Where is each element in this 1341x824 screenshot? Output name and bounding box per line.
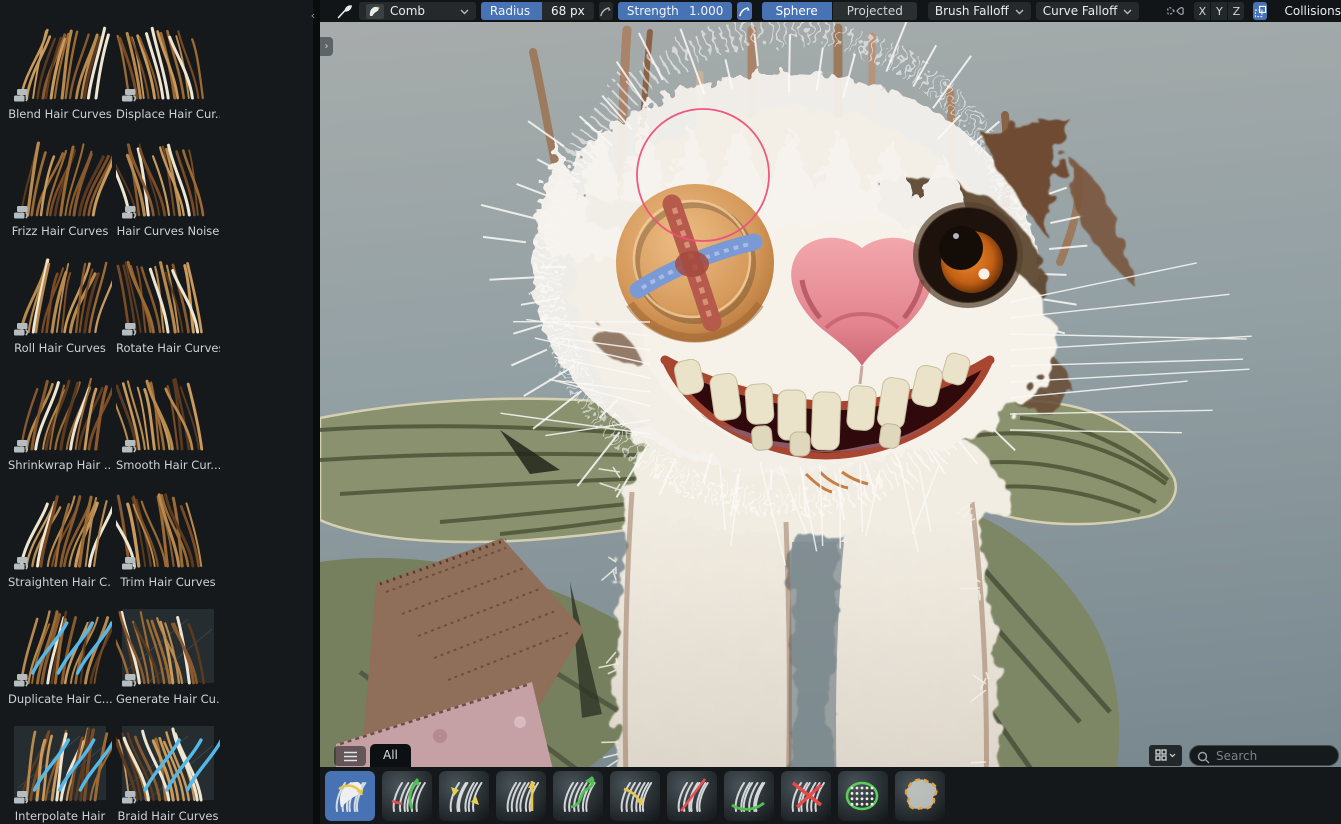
curve-falloff-dropdown[interactable]: Curve Falloff bbox=[1035, 2, 1140, 20]
asset-item-braid-hair-curves[interactable]: Braid Hair Curves bbox=[116, 720, 220, 823]
curl-brush-icon[interactable] bbox=[553, 771, 603, 821]
asset-label: Trim Hair Curves bbox=[120, 575, 216, 589]
grid-display-icon[interactable] bbox=[1149, 744, 1182, 766]
asset-label: Roll Hair Curves bbox=[14, 341, 106, 355]
asset-label: Smooth Hair Cur... bbox=[116, 458, 220, 472]
slide-brush-icon[interactable] bbox=[667, 771, 717, 821]
chevron-down-icon bbox=[1123, 4, 1132, 18]
asset-item-interpolate-hair[interactable]: Interpolate Hair bbox=[8, 720, 112, 823]
orange-eye bbox=[913, 202, 1023, 308]
asset-item-blend-hair-curves[interactable]: Blend Hair Curves bbox=[8, 18, 112, 121]
asset-badge-icon bbox=[14, 323, 29, 336]
button-eye bbox=[616, 184, 774, 343]
snake-hook-brush-icon[interactable] bbox=[382, 771, 432, 821]
grow-brush-icon[interactable] bbox=[724, 771, 774, 821]
asset-item-straighten-hair-c[interactable]: Straighten Hair C... bbox=[8, 486, 112, 589]
asset-item-roll-hair-curves[interactable]: Roll Hair Curves bbox=[8, 252, 112, 355]
asset-badge-icon bbox=[14, 440, 29, 453]
pinch-brush-icon[interactable] bbox=[439, 771, 489, 821]
asset-badge-icon bbox=[122, 557, 137, 570]
asset-item-hair-curves-noise[interactable]: Hair Curves Noise bbox=[116, 135, 220, 238]
toolbar-expander-icon[interactable]: › bbox=[320, 37, 333, 56]
asset-label: Blend Hair Curves bbox=[8, 107, 112, 121]
asset-item-generate-hair-cu[interactable]: Generate Hair Cu... bbox=[116, 603, 220, 706]
strength-value: 1.000 bbox=[689, 4, 724, 18]
creature-3d-scene bbox=[320, 22, 1341, 824]
delete-brush-icon[interactable] bbox=[781, 771, 831, 821]
comb-brush-mini-icon bbox=[366, 3, 384, 19]
search-input[interactable] bbox=[1189, 745, 1339, 766]
falloff-shape-icon[interactable] bbox=[1253, 2, 1268, 20]
asset-badge-icon bbox=[14, 791, 29, 804]
falloff-shape-segment: Sphere Projected bbox=[761, 2, 917, 20]
asset-item-shrinkwrap-hair[interactable]: Shrinkwrap Hair ... bbox=[8, 369, 112, 472]
projected-button[interactable]: Projected bbox=[832, 2, 917, 20]
asset-label: Interpolate Hair bbox=[14, 809, 106, 823]
asset-badge-icon bbox=[122, 674, 137, 687]
radius-pressure-toggle-icon[interactable] bbox=[598, 2, 613, 20]
asset-item-rotate-hair-curves[interactable]: Rotate Hair Curves bbox=[116, 252, 220, 355]
asset-badge-icon bbox=[14, 89, 29, 102]
asset-badge-icon bbox=[122, 791, 137, 804]
asset-label: Duplicate Hair C... bbox=[8, 692, 112, 706]
sidebar-collapse-arrow-icon[interactable]: ‹ bbox=[306, 8, 320, 24]
hamburger-menu-icon[interactable] bbox=[334, 746, 366, 766]
asset-badge-icon bbox=[14, 206, 29, 219]
asset-badge-icon bbox=[122, 440, 137, 453]
strength-label: Strength bbox=[626, 4, 679, 18]
density-brush-icon[interactable] bbox=[838, 771, 888, 821]
radius-slider[interactable]: Radius 68 px bbox=[480, 2, 594, 20]
asset-label: Shrinkwrap Hair ... bbox=[8, 458, 112, 472]
axis-x-toggle[interactable]: X bbox=[1194, 2, 1211, 20]
asset-label: Braid Hair Curves bbox=[117, 809, 219, 823]
symmetry-axes: X Y Z bbox=[1194, 2, 1245, 20]
asset-badge-icon bbox=[122, 89, 137, 102]
asset-shelf-tab-all[interactable]: All bbox=[370, 744, 411, 767]
search-icon bbox=[1197, 749, 1210, 768]
shelf-search-area bbox=[1149, 744, 1339, 768]
radius-label: Radius bbox=[489, 4, 531, 18]
collisions-label[interactable]: Collisions bbox=[1284, 4, 1341, 18]
asset-label: Displace Hair Cur... bbox=[116, 107, 220, 121]
radius-value: 68 px bbox=[550, 4, 585, 18]
puff-brush-icon[interactable] bbox=[610, 771, 660, 821]
asset-label: Rotate Hair Curves bbox=[116, 341, 220, 355]
asset-item-trim-hair-curves[interactable]: Trim Hair Curves bbox=[116, 486, 220, 589]
brush-type-label: Comb bbox=[390, 4, 426, 18]
comb-brush-icon[interactable] bbox=[325, 771, 375, 821]
strength-slider[interactable]: Strength 1.000 bbox=[617, 2, 733, 20]
axis-z-toggle[interactable]: Z bbox=[1228, 2, 1245, 20]
asset-item-duplicate-hair-c[interactable]: Duplicate Hair C... bbox=[8, 603, 112, 706]
asset-label: Generate Hair Cu... bbox=[116, 692, 220, 706]
chevron-down-icon bbox=[460, 4, 469, 18]
asset-library-sidebar: Blend Hair Curves Displace Hair Cur... F… bbox=[0, 0, 313, 824]
tool-header: Comb Radius 68 px Strength 1.000 Sphere … bbox=[320, 0, 1341, 22]
brush-type-dropdown[interactable]: Comb bbox=[359, 2, 476, 20]
brush-shelf bbox=[320, 767, 1341, 824]
sphere-button[interactable]: Sphere bbox=[761, 2, 832, 20]
asset-grid: Blend Hair Curves Displace Hair Cur... F… bbox=[0, 0, 313, 823]
length-brush-icon[interactable] bbox=[496, 771, 546, 821]
asset-item-smooth-hair-cur[interactable]: Smooth Hair Cur... bbox=[116, 369, 220, 472]
paintbrush-icon[interactable] bbox=[336, 2, 354, 20]
axis-y-toggle[interactable]: Y bbox=[1211, 2, 1228, 20]
asset-label: Straighten Hair C... bbox=[8, 575, 112, 589]
asset-badge-icon bbox=[122, 206, 137, 219]
asset-label: Frizz Hair Curves bbox=[11, 224, 109, 238]
sidebar-divider bbox=[313, 0, 320, 824]
asset-badge-icon bbox=[14, 557, 29, 570]
chevron-down-icon bbox=[1015, 4, 1024, 18]
asset-item-displace-hair-cur[interactable]: Displace Hair Cur... bbox=[116, 18, 220, 121]
asset-label: Hair Curves Noise bbox=[116, 224, 220, 238]
viewport-3d[interactable]: › bbox=[320, 22, 1341, 824]
asset-item-frizz-hair-curves[interactable]: Frizz Hair Curves bbox=[8, 135, 112, 238]
asset-badge-icon bbox=[14, 674, 29, 687]
selection-paint-brush-icon[interactable] bbox=[895, 771, 945, 821]
strength-pressure-toggle-icon[interactable] bbox=[737, 2, 752, 20]
asset-shelf-header: All bbox=[320, 744, 411, 767]
symmetry-butterfly-icon[interactable] bbox=[1166, 3, 1185, 19]
asset-badge-icon bbox=[122, 323, 137, 336]
brush-falloff-dropdown[interactable]: Brush Falloff bbox=[927, 2, 1031, 20]
